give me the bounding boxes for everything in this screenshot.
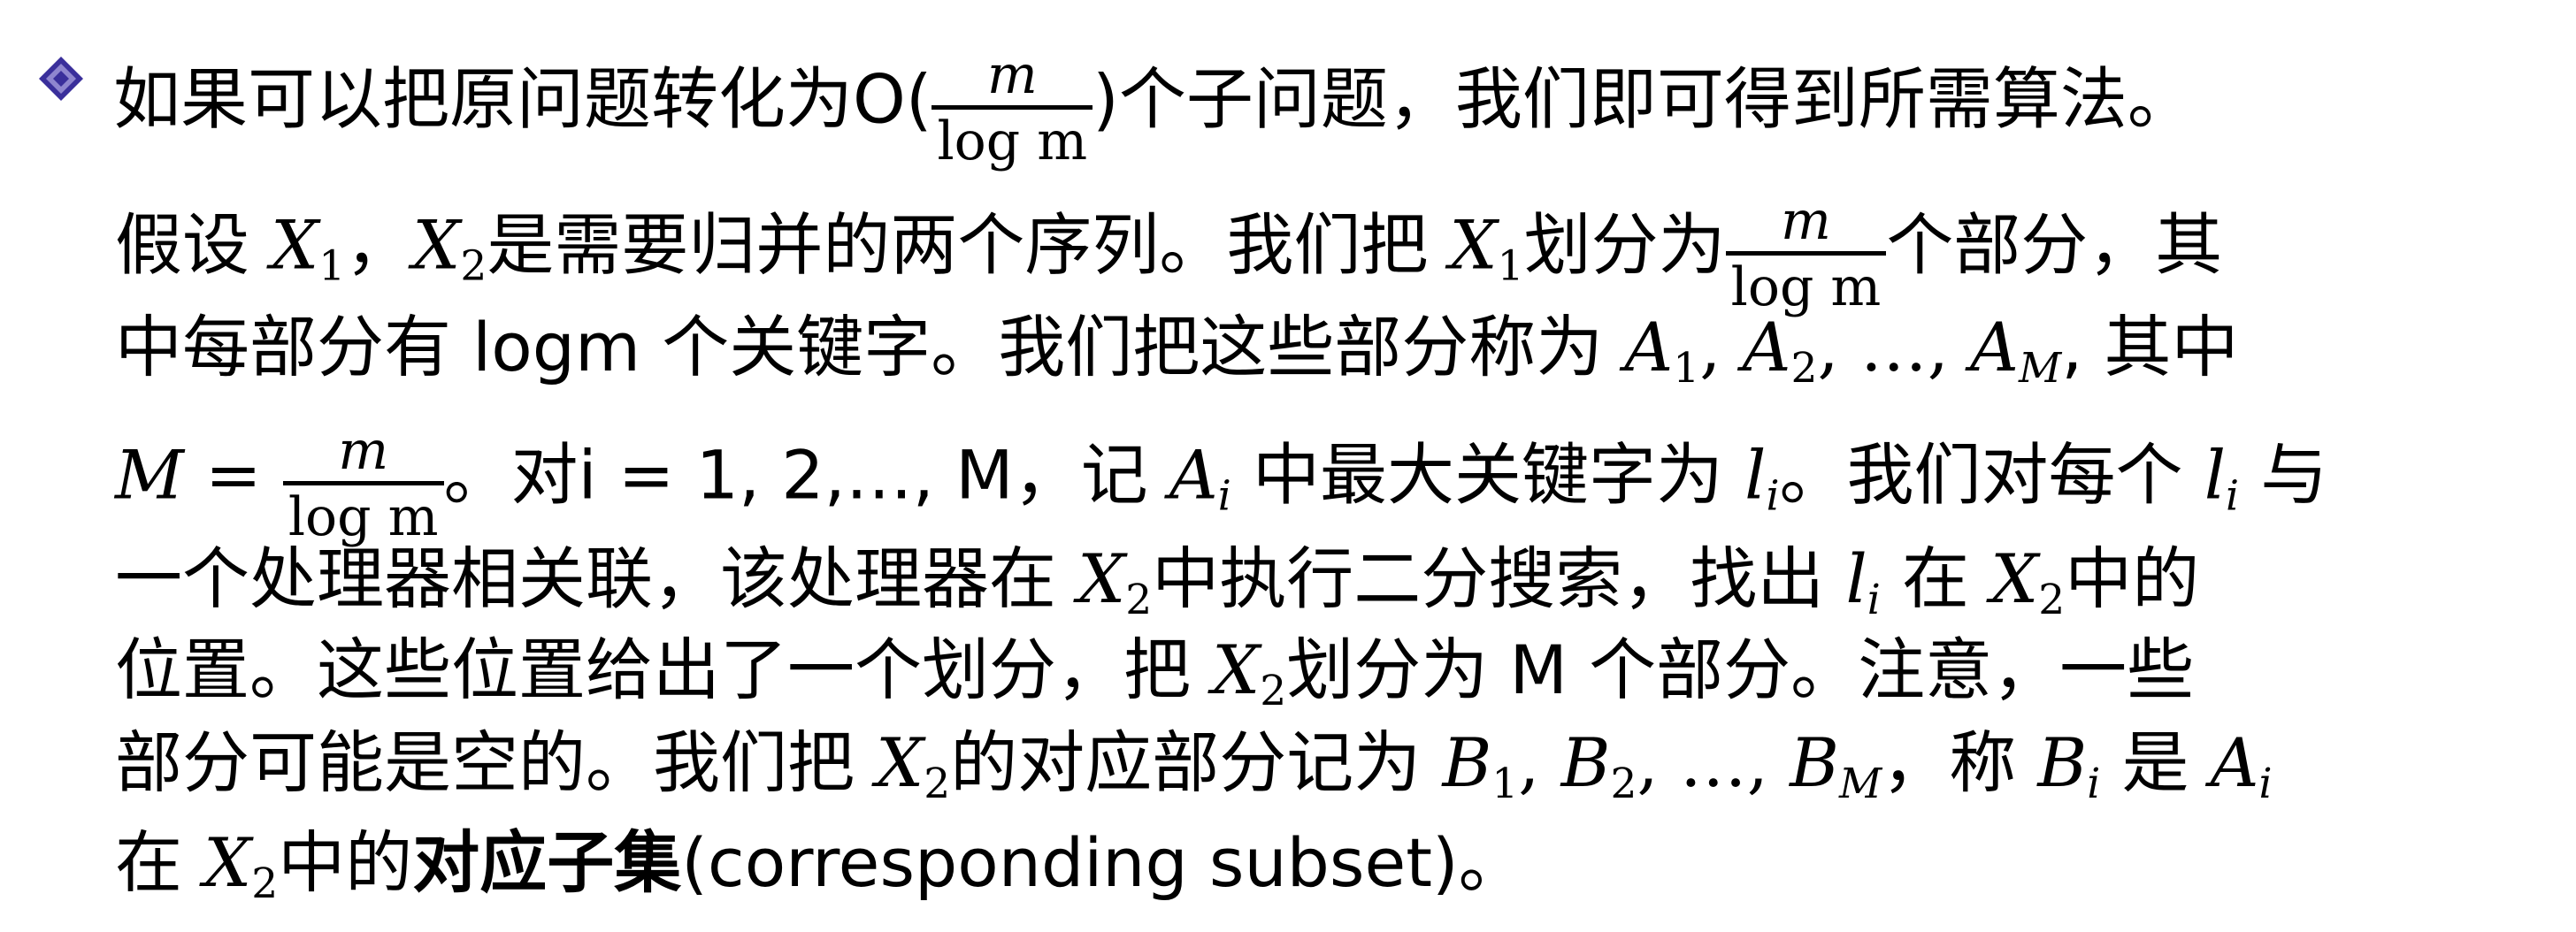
text: 中每部分有 logm 个关键字。我们把这些部分称为 [115,308,1625,386]
subscript: M [2018,344,2062,393]
subscript: i [1766,471,1780,521]
text: (corresponding subset)。 [681,823,1526,902]
math-var: l [2204,435,2227,515]
math-var: A [1970,308,2019,386]
text-line-8: 在 X2中的对应子集(corresponding subset)。 [115,829,1526,905]
text: ，称 [1882,723,2038,802]
text: , …, [1637,723,1790,802]
text-line-3: 中每部分有 logm 个关键字。我们把这些部分称为 A1, A2, …, AM,… [115,314,2239,390]
text-line-1: 如果可以把原问题转化为O(m log m)个子问题，我们即可得到所需算法。 [113,40,2195,172]
text: 。我们对每个 [1779,435,2204,515]
subscript: 2 [1610,760,1637,809]
math-var: X [876,723,924,802]
text: 中最大关键字为 [1230,435,1745,515]
bold-term: 对应子集 [412,823,682,902]
text: )个子问题，我们即可得到所需算法。 [1092,59,2195,139]
subscript: 1 [1491,760,1519,809]
subscript: i [1867,576,1881,625]
text: 个部分，其 [1886,205,2223,285]
fraction-denominator: log m [937,111,1088,172]
subscript: 2 [2038,576,2066,625]
text: 在 [115,823,204,902]
math-var: X [1212,630,1261,709]
text: 与 [2239,435,2328,515]
text-line-2: 假设 X1，X2是需要归并的两个序列。我们把 X1划分为 m log m 个部分，其 [115,186,2223,318]
slide: 如果可以把原问题转化为O(m log m)个子问题，我们即可得到所需算法。 假设 … [0,0,2576,932]
fraction-numerator: m [1781,190,1831,252]
math-var: A [2210,723,2259,802]
math-var: A [1742,308,1791,386]
math-var: B [1560,723,1611,802]
math-var: l [1744,435,1767,515]
text: 。对i = 1, 2,…, M，记 [443,435,1169,515]
text: 是需要归并的两个序列。我们把 [487,205,1450,285]
text: 划分为 M 个部分。注意，一些 [1286,630,2195,709]
text: , …, [1817,308,1971,386]
text: , 其中 [2061,308,2239,386]
text: , [1699,308,1743,386]
text: 一个处理器相关联，该处理器在 [115,539,1078,618]
subscript: 2 [1260,667,1287,716]
text: 假设 [115,205,272,285]
subscript: M [1838,760,1882,809]
text: 如果可以把原问题转化为O( [113,59,932,139]
math-var: X [271,205,319,285]
text: ， [345,205,413,285]
text: 中执行二分搜索，找出 [1152,539,1846,618]
text: 划分为 [1523,205,1726,285]
subscript: 2 [924,760,951,809]
subscript: i [2258,760,2273,809]
text: 位置。这些位置给出了一个划分，把 [115,630,1213,709]
text-line-5: 一个处理器相关联，该处理器在 X2中执行二分搜索，找出 li 在 X2中的 [115,546,2199,622]
text: 的对应部分记为 [950,723,1443,802]
math-var: X [1449,205,1498,285]
text: 部分可能是空的。我们把 [115,723,877,802]
math-var: B [1790,723,1839,802]
text: , [1518,723,1561,802]
text: 中的 [278,823,413,902]
math-var: l [1845,539,1867,618]
subscript: 2 [251,859,279,909]
subscript: 1 [318,241,346,291]
math-var: X [203,823,252,902]
equals-sign: = [183,435,283,515]
text-line-7: 部分可能是空的。我们把 X2的对应部分记为 B1, B2, …, BM，称 Bi… [115,730,2273,806]
text: 在 [1880,539,1991,618]
fraction-m-over-log-m: m log m [1725,190,1887,319]
math-var: A [1169,435,1218,515]
math-var: X [1990,539,2039,618]
text-line-6: 位置。这些位置给出了一个划分，把 X2划分为 M 个部分。注意，一些 [115,637,2194,713]
fraction-numerator: m [338,420,389,482]
subscript: 1 [1497,241,1524,291]
subscript: 2 [1790,344,1818,393]
text: 中的 [2065,539,2200,618]
fraction-m-over-log-m: m log m [932,44,1093,173]
fraction-numerator: m [986,44,1038,106]
math-var: A [1624,308,1674,386]
text: 是 [2100,723,2211,802]
math-var: B [2037,723,2088,802]
math-var: B [1442,723,1492,802]
subscript: 2 [1125,576,1153,625]
subscript: 2 [460,241,487,291]
subscript: i [2226,471,2240,521]
text-line-4: M = m log m 。对i = 1, 2,…, M，记 Ai 中最大关键字为 l… [115,416,2328,548]
subscript: 1 [1673,344,1700,393]
math-var: M [115,435,184,515]
fraction-m-over-log-m: m log m [282,420,444,549]
subscript: i [2087,760,2101,809]
math-var: X [1077,539,1126,618]
math-var: X [412,205,461,285]
subscript: i [1217,471,1231,521]
diamond-bullet-icon [39,57,83,101]
